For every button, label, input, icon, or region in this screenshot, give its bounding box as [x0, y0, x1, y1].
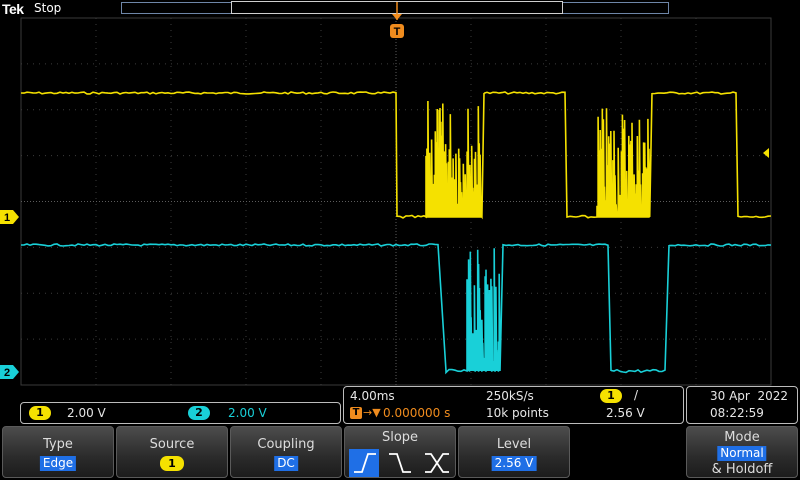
type-menu-button[interactable]: Type Edge	[2, 426, 114, 478]
ch2-ground-marker[interactable]: 2	[0, 365, 19, 379]
trigger-position-marker[interactable]: T	[390, 2, 404, 38]
either-slope-icon[interactable]	[425, 453, 449, 473]
mode-menu-button[interactable]: Mode Normal & Holdoff	[686, 426, 798, 478]
trigger-level-readout: 2.56 V	[606, 406, 645, 420]
record-length: 10k points	[486, 406, 549, 420]
type-value: Edge	[39, 456, 77, 471]
source-menu-button[interactable]: Source 1	[116, 426, 228, 478]
delay-arrow-icon: →▼	[363, 406, 381, 419]
rising-slope-icon[interactable]	[349, 449, 379, 477]
ch2-waveform	[20, 243, 772, 375]
mode-value: Normal	[717, 446, 767, 461]
timebase-trigger-panel[interactable]: 4.00ms 250kS/s 1 / T →▼ 0.000000 s 10k p…	[343, 386, 684, 424]
trigger-slope-icon: /	[634, 388, 639, 402]
type-title: Type	[43, 437, 73, 452]
trigger-level-arrow[interactable]	[763, 148, 769, 158]
ch1-waveform	[20, 91, 772, 220]
coupling-title: Coupling	[257, 437, 315, 452]
ch1-ground-marker[interactable]: 1	[0, 210, 19, 224]
trigger-position-label: T	[394, 26, 401, 38]
ch1-badge: 1	[29, 406, 51, 420]
horizontal-delay: 0.000000 s	[383, 406, 451, 420]
sample-rate: 250kS/s	[486, 389, 534, 403]
ch2-marker-label: 2	[4, 367, 10, 379]
source-value: 1	[160, 456, 184, 471]
slope-menu-button[interactable]: Slope	[344, 426, 456, 478]
level-menu-button[interactable]: Level 2.56 V	[458, 426, 570, 478]
channel-scale-panel[interactable]: 1 2.00 V 2 2.00 V	[20, 402, 341, 424]
time: 08:22:59	[710, 406, 764, 420]
coupling-value: DC	[274, 456, 298, 471]
mode-suffix: & Holdoff	[711, 462, 773, 477]
ch2-scale: 2.00 V	[228, 406, 267, 420]
graticule-center-axes	[21, 18, 771, 385]
horizontal-scale: 4.00ms	[350, 389, 395, 403]
trigger-source-badge: 1	[600, 389, 622, 403]
level-title: Level	[496, 437, 532, 452]
datetime-panel: 30 Apr 2022 08:22:59	[686, 386, 798, 424]
waveform-display[interactable]: T 1 2	[0, 0, 800, 400]
mode-title: Mode	[724, 430, 760, 445]
date: 30 Apr 2022	[710, 389, 789, 403]
ch1-scale: 2.00 V	[67, 406, 106, 420]
falling-slope-icon[interactable]	[389, 453, 411, 473]
ch2-badge: 2	[188, 406, 210, 420]
ch1-marker-label: 1	[4, 212, 10, 224]
coupling-menu-button[interactable]: Coupling DC	[230, 426, 342, 478]
level-value: 2.56 V	[491, 456, 537, 471]
source-title: Source	[149, 437, 195, 452]
delay-trigger-icon: T	[350, 407, 362, 419]
